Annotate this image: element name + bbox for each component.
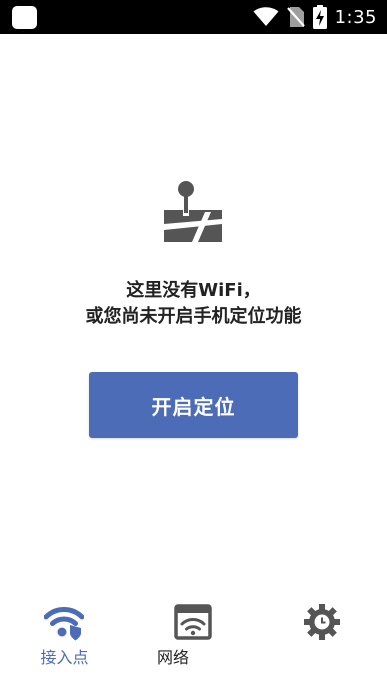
wifi-icon [253,7,279,26]
network-window-icon [174,604,212,640]
enable-location-button[interactable]: 开启定位 [89,372,298,438]
wifi-app-screen: 1:35 这里没有WiFi， 或您尚未开启手机定位功能 开启定位 接入点 网络 [0,0,387,688]
tab-label-access-point: 接入点 [40,648,89,667]
tab-label-network: 网络 [157,648,190,667]
status-bar-right: 1:35 [253,0,377,34]
settings-gear-icon [304,604,340,640]
wifi-shield-icon [44,607,84,641]
map-pin-icon [164,181,222,242]
empty-state-message: 这里没有WiFi， 或您尚未开启手机定位功能 [0,278,387,330]
no-sim-icon [286,7,305,27]
tab-access-point[interactable]: 接入点 [0,595,129,688]
app-notification-icon [12,6,37,29]
status-bar: 1:35 [0,0,387,34]
tab-settings[interactable] [258,595,387,688]
tab-network[interactable]: 网络 [129,595,258,688]
status-time: 1:35 [334,6,377,28]
empty-state-line-2: 或您尚未开启手机定位功能 [85,306,302,327]
bottom-navigation: 接入点 网络 [0,595,387,688]
empty-state-line-1: 这里没有WiFi， [126,280,261,301]
battery-charging-icon [312,5,327,29]
